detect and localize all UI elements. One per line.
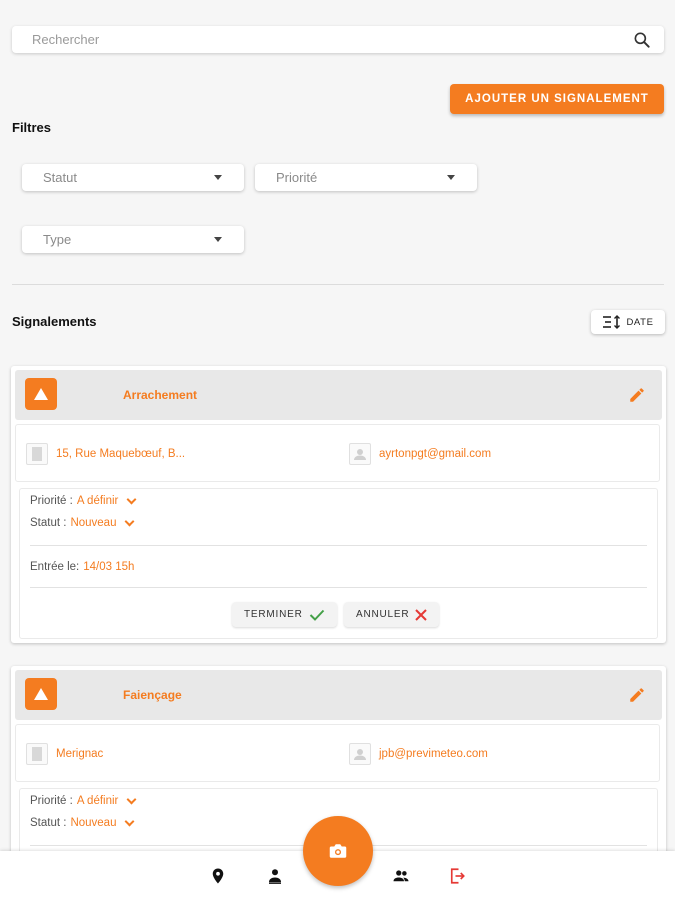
entry-row: Entrée le: 14/03 15h bbox=[30, 561, 134, 573]
building-icon bbox=[26, 743, 48, 765]
report-email[interactable]: ayrtonpgt@gmail.com bbox=[349, 443, 491, 465]
report-details: Priorité : A définir Statut : Nouveau En… bbox=[19, 488, 658, 639]
finish-button[interactable]: TERMINER bbox=[232, 602, 337, 627]
logout-icon[interactable] bbox=[448, 867, 466, 885]
user-icon bbox=[349, 443, 371, 465]
report-address[interactable]: 15, Rue Maquebœuf, B... bbox=[26, 443, 185, 465]
report-card: Arrachement 15, Rue Maquebœuf, B... ayrt… bbox=[11, 366, 666, 643]
report-email-text: jpb@previmeteo.com bbox=[379, 748, 488, 760]
status-filter-label: Statut bbox=[43, 170, 77, 185]
cancel-label: ANNULER bbox=[356, 609, 410, 620]
report-card-header[interactable]: Arrachement bbox=[15, 370, 662, 420]
status-value: Nouveau bbox=[70, 517, 117, 529]
status-label: Statut : bbox=[30, 517, 67, 529]
edit-icon[interactable] bbox=[628, 686, 646, 704]
warning-icon bbox=[25, 678, 57, 710]
add-report-button[interactable]: AJOUTER UN SIGNALEMENT bbox=[450, 84, 664, 114]
finish-label: TERMINER bbox=[244, 609, 303, 620]
cancel-button[interactable]: ANNULER bbox=[344, 602, 440, 627]
type-filter-label: Type bbox=[43, 232, 72, 247]
priority-label: Priorité : bbox=[30, 495, 73, 507]
camera-icon bbox=[329, 844, 347, 858]
chevron-down-icon[interactable] bbox=[125, 816, 135, 826]
dropdown-caret-icon bbox=[214, 175, 222, 180]
type-filter-select[interactable]: Type bbox=[22, 226, 244, 253]
profile-icon[interactable] bbox=[266, 867, 284, 885]
location-pin-icon[interactable] bbox=[209, 867, 227, 885]
details-divider bbox=[30, 587, 647, 588]
priority-row[interactable]: Priorité : A définir bbox=[30, 494, 137, 507]
sort-date-button[interactable]: DATE bbox=[591, 310, 665, 334]
status-filter-select[interactable]: Statut bbox=[22, 164, 244, 191]
user-icon bbox=[349, 743, 371, 765]
edit-icon[interactable] bbox=[628, 386, 646, 404]
filters-title: Filtres bbox=[12, 120, 52, 135]
reports-title: Signalements bbox=[12, 314, 97, 329]
close-icon bbox=[415, 608, 428, 621]
team-icon[interactable] bbox=[392, 867, 410, 885]
details-divider bbox=[30, 545, 647, 546]
report-info-box: 15, Rue Maquebœuf, B... ayrtonpgt@gmail.… bbox=[15, 424, 660, 482]
warning-icon bbox=[25, 378, 57, 410]
priority-filter-label: Priorité bbox=[276, 170, 318, 185]
status-row[interactable]: Statut : Nouveau bbox=[30, 516, 135, 529]
camera-fab-button[interactable] bbox=[303, 816, 373, 886]
report-email[interactable]: jpb@previmeteo.com bbox=[349, 743, 488, 765]
report-info-box: Merignac jpb@previmeteo.com bbox=[15, 724, 660, 782]
chevron-down-icon[interactable] bbox=[126, 794, 137, 804]
report-email-text: ayrtonpgt@gmail.com bbox=[379, 448, 492, 460]
chevron-down-icon[interactable] bbox=[126, 494, 137, 504]
check-icon bbox=[309, 609, 324, 621]
priority-label: Priorité : bbox=[30, 795, 73, 807]
report-address[interactable]: Merignac bbox=[26, 743, 103, 765]
chevron-down-icon[interactable] bbox=[125, 516, 135, 526]
section-divider bbox=[12, 284, 664, 285]
report-title: Arrachement bbox=[123, 388, 198, 402]
report-card-header[interactable]: Faiençage bbox=[15, 670, 662, 720]
status-value: Nouveau bbox=[70, 817, 117, 829]
entry-label: Entrée le: bbox=[30, 561, 80, 573]
sort-label: DATE bbox=[626, 316, 654, 328]
report-address-text: 15, Rue Maquebœuf, B... bbox=[56, 448, 186, 460]
status-row[interactable]: Statut : Nouveau bbox=[30, 816, 135, 829]
priority-value: A définir bbox=[76, 495, 119, 507]
dropdown-caret-icon bbox=[214, 237, 222, 242]
sort-icon bbox=[603, 315, 621, 329]
search-icon[interactable] bbox=[632, 30, 652, 50]
priority-value: A définir bbox=[76, 795, 119, 807]
report-address-text: Merignac bbox=[56, 748, 104, 760]
entry-value: 14/03 15h bbox=[83, 561, 135, 573]
search-input[interactable]: Rechercher bbox=[32, 32, 632, 47]
priority-row[interactable]: Priorité : A définir bbox=[30, 794, 137, 807]
dropdown-caret-icon bbox=[447, 175, 455, 180]
status-label: Statut : bbox=[30, 817, 67, 829]
report-title: Faiençage bbox=[123, 688, 182, 702]
building-icon bbox=[26, 443, 48, 465]
priority-filter-select[interactable]: Priorité bbox=[255, 164, 477, 191]
search-bar[interactable]: Rechercher bbox=[12, 26, 664, 53]
